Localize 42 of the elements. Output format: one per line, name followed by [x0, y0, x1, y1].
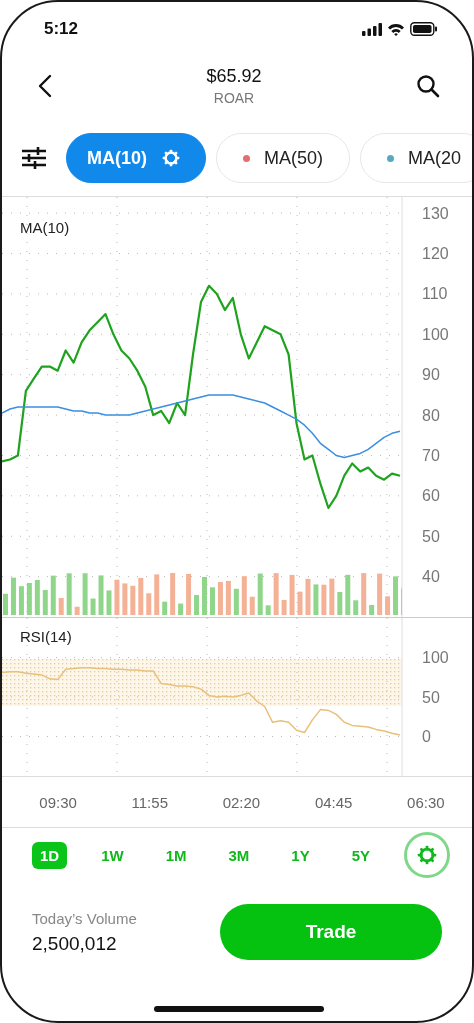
axis-tick-label: 110 [422, 285, 448, 303]
settings-icon [161, 148, 181, 168]
axis-tick-label: 0 [422, 728, 431, 745]
axis-tick-label: 130 [422, 204, 449, 222]
axis-tick-label: 90 [422, 366, 440, 384]
range-tab[interactable]: 1D [32, 841, 68, 869]
time-label: 06:30 [407, 793, 445, 811]
stock-ticker: ROAR [213, 90, 255, 106]
settings-icon [416, 844, 438, 866]
indicator-chip[interactable]: MA(20 [360, 133, 472, 183]
axis-tick-label: 40 [422, 568, 440, 586]
indicator-chip[interactable]: MA(10) [66, 133, 206, 183]
stock-price: $65.92 [206, 66, 262, 87]
time-label: 04:45 [314, 793, 353, 811]
axis-tick-label: 100 [422, 325, 449, 343]
range-tab[interactable]: 1W [93, 841, 132, 869]
time-label: 11:55 [131, 793, 168, 811]
wifi-icon [387, 22, 405, 36]
battery-icon [410, 22, 438, 36]
axis-tick-label: 70 [422, 446, 440, 464]
volume-label: Today’s Volume [32, 909, 137, 927]
time-label: 09:30 [39, 793, 77, 811]
status-time: 5:12 [44, 19, 79, 39]
panel-label: RSI(14) [20, 628, 72, 645]
axis-tick-label: 80 [422, 406, 440, 424]
filter-icon[interactable] [22, 147, 46, 169]
indicator-chip[interactable]: MA(50) [216, 133, 351, 183]
chart-settings-button[interactable] [404, 832, 450, 878]
time-label: 02:20 [222, 793, 261, 811]
volume-value: 2,500,012 [32, 932, 118, 955]
range-tab[interactable]: 3M [220, 841, 258, 869]
axis-tick-label: 50 [422, 527, 440, 545]
axis-tick-label: 100 [422, 649, 449, 666]
axis-tick-label: 120 [422, 245, 449, 263]
axis-tick-label: 60 [422, 487, 440, 505]
panel-label: MA(10) [20, 219, 70, 236]
trade-button[interactable]: Trade [220, 904, 442, 960]
axis-tick-label: 50 [422, 688, 440, 706]
range-tab[interactable]: 1M [157, 841, 195, 869]
range-tab[interactable]: 5Y [343, 841, 378, 869]
signal-icon [362, 22, 382, 36]
range-tab[interactable]: 1Y [283, 841, 318, 869]
